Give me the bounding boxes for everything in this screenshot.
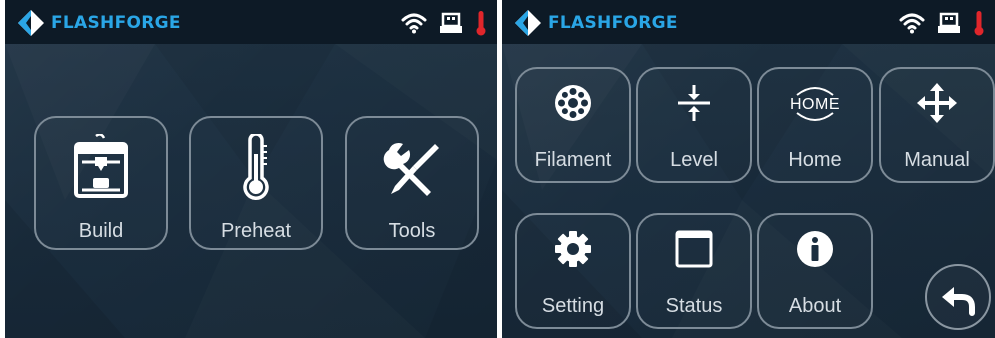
home-label: Home	[788, 149, 842, 171]
status-label: Status	[665, 295, 723, 317]
flashforge-logo-icon	[515, 10, 541, 36]
preheat-label: Preheat	[220, 220, 292, 242]
wifi-icon	[899, 13, 925, 34]
brand-logo: FLASHFORGE	[514, 8, 678, 38]
main-menu-screen: FLASHFORGE Build Preheat Tools	[5, 0, 497, 338]
status-icons	[887, 9, 985, 37]
usb-icon	[440, 12, 462, 33]
top-bar: FLASHFORGE	[5, 0, 497, 44]
setting-label: Setting	[541, 295, 605, 317]
tools-icon	[347, 134, 477, 204]
gear-icon	[517, 229, 629, 269]
info-icon	[759, 229, 871, 269]
home-icon-text: HOME	[790, 96, 840, 113]
status-icons	[389, 9, 487, 37]
manual-label: Manual	[904, 149, 970, 171]
usb-icon	[938, 12, 960, 33]
flashforge-logo-icon	[18, 10, 44, 36]
wifi-icon	[401, 13, 427, 34]
tools-label: Tools	[388, 220, 436, 242]
thermometer-icon	[191, 134, 321, 204]
build-label: Build	[78, 220, 124, 242]
thermometer-icon	[974, 11, 984, 36]
filament-spool-icon	[517, 83, 629, 123]
build-button[interactable]: Build	[34, 116, 168, 250]
top-bar: FLASHFORGE	[502, 0, 995, 44]
brand-logo: FLASHFORGE	[17, 8, 181, 38]
filament-label: Filament	[534, 149, 612, 171]
about-label: About	[788, 295, 842, 317]
brand-name: FLASHFORGE	[548, 13, 678, 33]
tools-menu-screen: FLASHFORGE Filament Level HOME Home Manu…	[502, 0, 995, 338]
manual-button[interactable]: Manual	[879, 67, 995, 183]
printer-icon	[36, 134, 166, 204]
level-arrows-icon	[638, 83, 750, 123]
home-button[interactable]: HOME Home	[757, 67, 873, 183]
tools-button[interactable]: Tools	[345, 116, 479, 250]
filament-button[interactable]: Filament	[515, 67, 631, 183]
brand-name: FLASHFORGE	[51, 13, 181, 33]
status-button[interactable]: Status	[636, 213, 752, 329]
move-arrows-icon	[881, 83, 993, 123]
home-axis-icon: HOME	[759, 83, 871, 123]
setting-button[interactable]: Setting	[515, 213, 631, 329]
back-button[interactable]	[925, 264, 991, 330]
back-arrow-icon	[942, 287, 975, 316]
level-button[interactable]: Level	[636, 67, 752, 183]
level-label: Level	[670, 149, 718, 171]
preheat-button[interactable]: Preheat	[189, 116, 323, 250]
status-square-icon	[638, 229, 750, 269]
about-button[interactable]: About	[757, 213, 873, 329]
thermometer-icon	[476, 11, 486, 36]
